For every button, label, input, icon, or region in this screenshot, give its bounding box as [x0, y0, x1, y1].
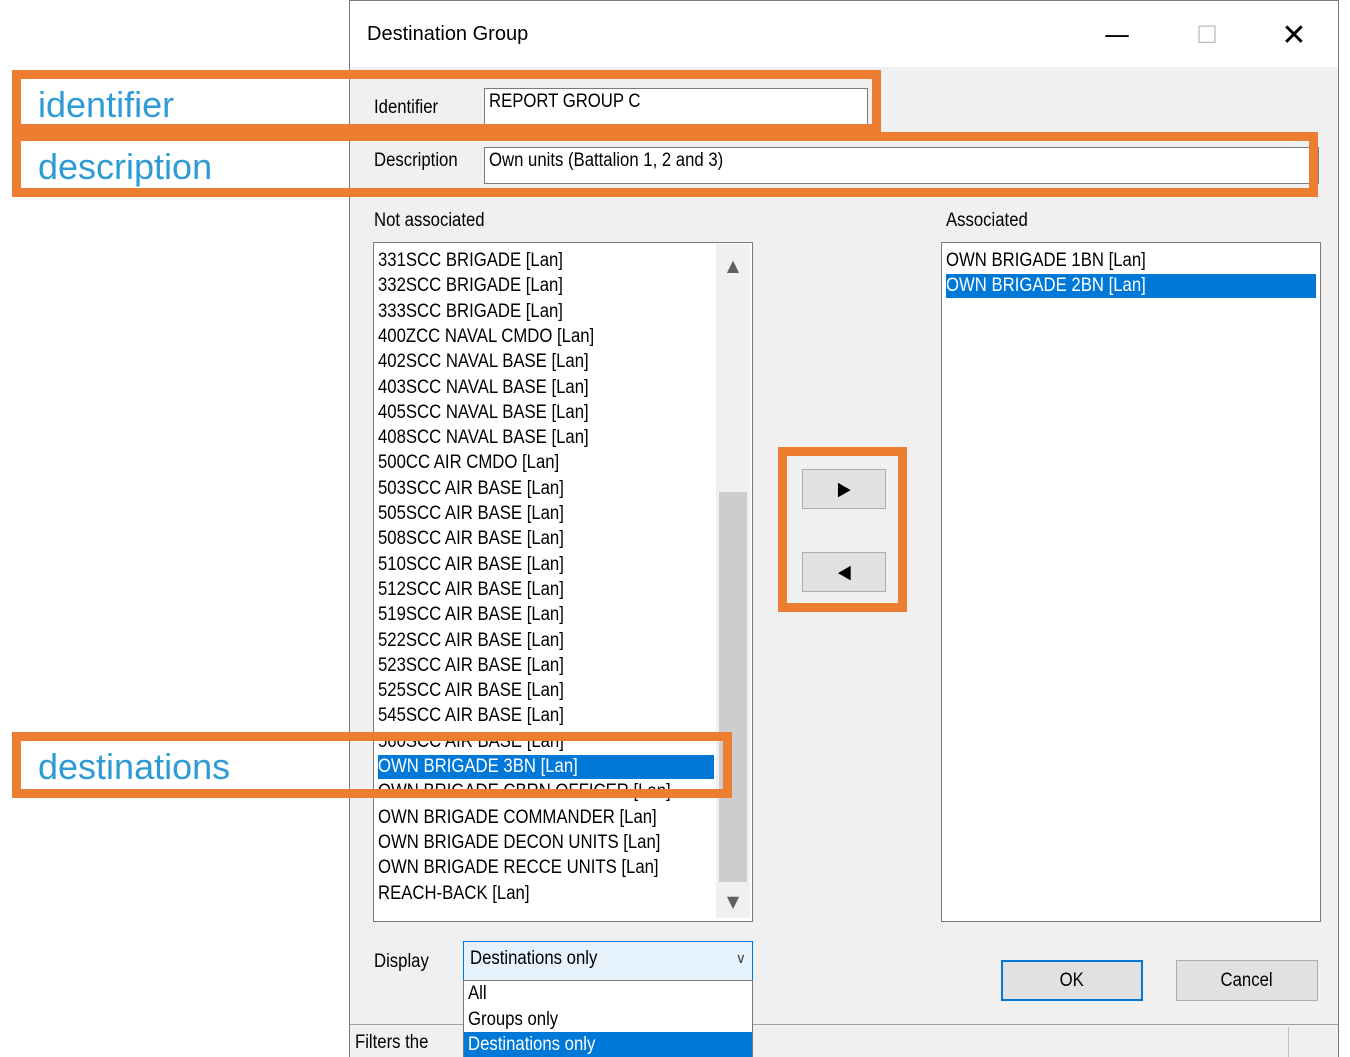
not-associated-item-label: 333SCC BRIGADE [Lan]: [378, 300, 563, 322]
not-associated-list[interactable]: REACH-BACK [Lan] OWN BRIGADE RECCE UNITS …: [373, 242, 753, 922]
status-separator: [1288, 1027, 1289, 1057]
transfer-buttons-highlight: [778, 447, 907, 612]
not-associated-item-label: OWN BRIGADE DECON UNITS [Lan]: [378, 831, 661, 853]
title-bar: Destination Group — ☐ ✕: [350, 1, 1338, 67]
not-associated-item[interactable]: 525SCC AIR BASE [Lan]: [378, 679, 714, 703]
associated-list[interactable]: OWN BRIGADE 1BN [Lan] OWN BRIGADE 2BN [La…: [941, 242, 1321, 922]
display-option-label: Groups only: [468, 1008, 559, 1030]
not-associated-item-label: 400ZCC NAVAL CMDO [Lan]: [378, 325, 595, 347]
not-associated-item[interactable]: 522SCC AIR BASE [Lan]: [378, 629, 714, 653]
not-associated-item-label: 519SCC AIR BASE [Lan]: [378, 604, 564, 626]
description-callout: description: [38, 146, 213, 187]
destinations-callout: destinations: [38, 746, 231, 787]
not-associated-item-label: 331SCC BRIGADE [Lan]: [378, 250, 563, 271]
not-associated-item-label: 512SCC AIR BASE [Lan]: [378, 578, 564, 600]
scroll-up-icon[interactable]: ▲: [716, 248, 750, 282]
display-select[interactable]: Destinations only ∨: [463, 941, 753, 981]
not-associated-item-label: 525SCC AIR BASE [Lan]: [378, 680, 564, 702]
chevron-down-icon: ∨: [735, 950, 746, 966]
not-associated-item-label: 503SCC AIR BASE [Lan]: [378, 477, 564, 499]
not-associated-item[interactable]: 403SCC NAVAL BASE [Lan]: [378, 376, 714, 400]
not-associated-label: Not associated: [374, 210, 485, 231]
not-associated-item-label: 505SCC AIR BASE [Lan]: [378, 503, 564, 524]
not-associated-item-label: OWN BRIGADE RECCE UNITS [Lan]: [378, 857, 659, 879]
not-associated-item[interactable]: 331SCC BRIGADE [Lan]: [378, 249, 714, 273]
display-option[interactable]: Groups only: [464, 1007, 752, 1033]
display-option[interactable]: All: [464, 981, 752, 1007]
not-associated-item[interactable]: OWN BRIGADE RECCE UNITS [Lan]: [378, 856, 714, 880]
not-associated-item-label: 405SCC NAVAL BASE [Lan]: [378, 401, 589, 423]
associated-item[interactable]: OWN BRIGADE 1BN [Lan]: [946, 249, 1316, 273]
display-option-label: Destinations only: [468, 1034, 596, 1055]
not-associated-item[interactable]: 519SCC AIR BASE [Lan]: [378, 603, 714, 627]
display-option-label: All: [468, 983, 487, 1004]
scroll-thumb[interactable]: [719, 492, 747, 882]
not-associated-item[interactable]: 332SCC BRIGADE [Lan]: [378, 274, 714, 298]
associated-item-label: OWN BRIGADE 2BN [Lan]: [946, 275, 1146, 297]
not-associated-item[interactable]: 512SCC AIR BASE [Lan]: [378, 578, 714, 602]
scroll-down-icon[interactable]: ▼: [716, 884, 750, 918]
close-icon[interactable]: ✕: [1272, 15, 1316, 55]
not-associated-item[interactable]: 505SCC AIR BASE [Lan]: [378, 502, 714, 526]
not-associated-item-label: 402SCC NAVAL BASE [Lan]: [378, 351, 589, 373]
not-associated-item[interactable]: 500CC AIR CMDO [Lan]: [378, 451, 714, 475]
not-associated-item[interactable]: REACH-BACK [Lan]: [378, 882, 714, 906]
not-associated-item[interactable]: 408SCC NAVAL BASE [Lan]: [378, 426, 714, 450]
display-dropdown-list[interactable]: All Groups only Destinations only: [463, 980, 753, 1057]
not-associated-scrollbar[interactable]: ▲ ▼: [716, 244, 750, 918]
display-label: Display: [374, 951, 429, 972]
not-associated-item-label: 545SCC AIR BASE [Lan]: [378, 705, 564, 727]
not-associated-item[interactable]: 402SCC NAVAL BASE [Lan]: [378, 350, 714, 374]
associated-label: Associated: [946, 210, 1028, 231]
cancel-button-label: Cancel: [1220, 969, 1274, 991]
not-associated-item-label: 523SCC AIR BASE [Lan]: [378, 654, 564, 676]
status-text: Filters the: [355, 1032, 429, 1053]
display-select-value: Destinations only: [470, 948, 598, 969]
identifier-callout: identifier: [38, 84, 175, 125]
not-associated-item-label: OWN BRIGADE COMMANDER [Lan]: [378, 806, 657, 828]
not-associated-item[interactable]: 545SCC AIR BASE [Lan]: [378, 704, 714, 728]
not-associated-item-label: 510SCC AIR BASE [Lan]: [378, 553, 564, 575]
not-associated-item-label: 403SCC NAVAL BASE [Lan]: [378, 376, 589, 398]
not-associated-item[interactable]: 405SCC NAVAL BASE [Lan]: [378, 401, 714, 425]
not-associated-item-label: REACH-BACK [Lan]: [378, 882, 530, 904]
window-title: Destination Group: [367, 23, 529, 45]
not-associated-item[interactable]: OWN BRIGADE DECON UNITS [Lan]: [378, 831, 714, 855]
not-associated-item-label: 508SCC AIR BASE [Lan]: [378, 528, 564, 550]
not-associated-item-label: 408SCC NAVAL BASE [Lan]: [378, 427, 589, 449]
minimize-icon[interactable]: —: [1095, 15, 1139, 55]
not-associated-item[interactable]: 523SCC AIR BASE [Lan]: [378, 654, 714, 678]
not-associated-item[interactable]: 503SCC AIR BASE [Lan]: [378, 477, 714, 501]
ok-button[interactable]: OK: [1001, 960, 1143, 1001]
not-associated-item[interactable]: 510SCC AIR BASE [Lan]: [378, 553, 714, 577]
not-associated-item[interactable]: 508SCC AIR BASE [Lan]: [378, 527, 714, 551]
associated-item[interactable]: OWN BRIGADE 2BN [Lan]: [946, 274, 1316, 299]
maximize-icon: ☐: [1196, 21, 1218, 49]
not-associated-item-label: 500CC AIR CMDO [Lan]: [378, 452, 560, 474]
display-option[interactable]: Destinations only: [464, 1032, 752, 1057]
cancel-button[interactable]: Cancel: [1176, 960, 1318, 1001]
not-associated-item-label: 332SCC BRIGADE [Lan]: [378, 275, 563, 297]
not-associated-item[interactable]: OWN BRIGADE COMMANDER [Lan]: [378, 806, 714, 830]
ok-button-label: OK: [1059, 969, 1085, 991]
not-associated-item-label: 522SCC AIR BASE [Lan]: [378, 629, 564, 651]
not-associated-item[interactable]: 333SCC BRIGADE [Lan]: [378, 300, 714, 324]
not-associated-item[interactable]: 400ZCC NAVAL CMDO [Lan]: [378, 325, 714, 349]
associated-item-label: OWN BRIGADE 1BN [Lan]: [946, 250, 1146, 271]
